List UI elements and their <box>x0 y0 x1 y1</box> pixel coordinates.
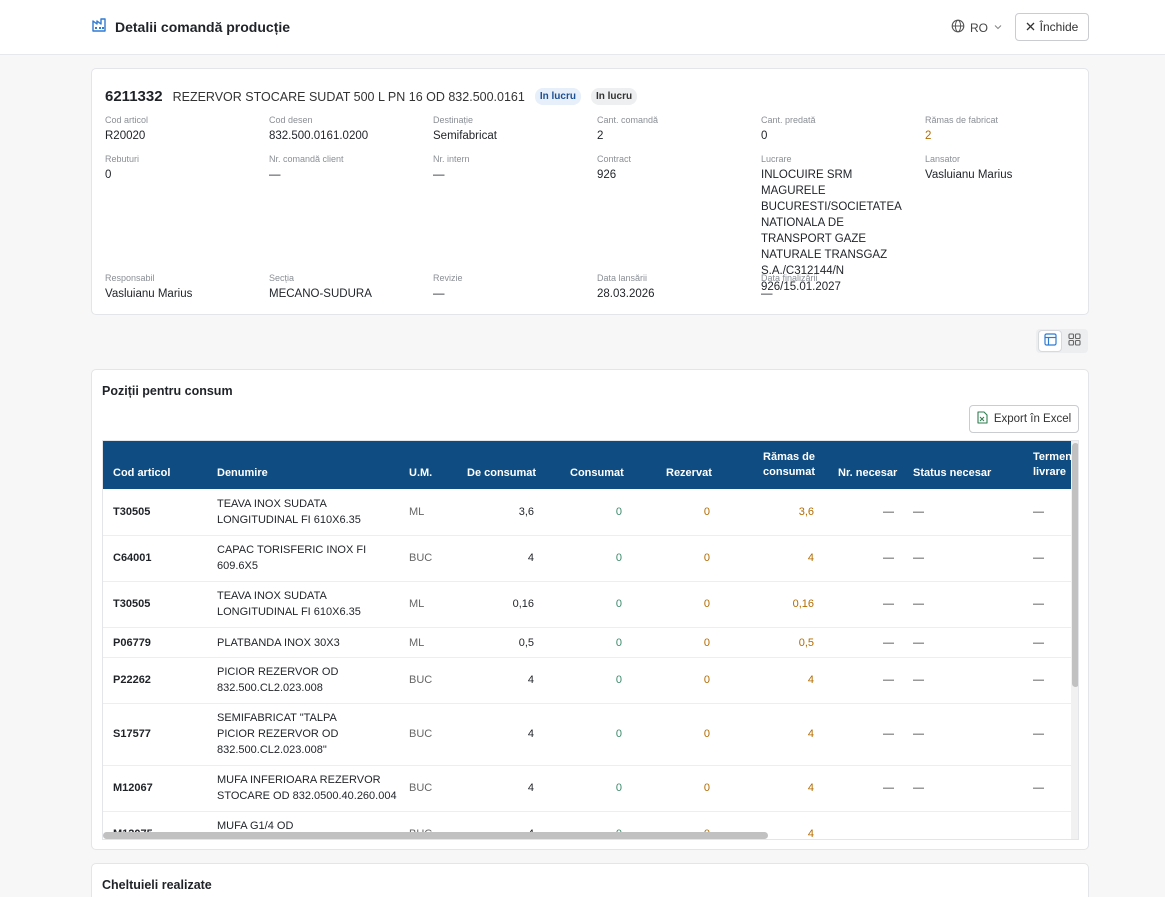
field-sectia: Secția MECANO-SUDURA <box>269 273 372 300</box>
grid-icon <box>1067 333 1081 349</box>
table-header: Cod articol Denumire U.M. De consumat Co… <box>103 441 1078 489</box>
col-status-necesar[interactable]: Status necesar <box>913 466 991 481</box>
grid-view-button[interactable] <box>1063 331 1085 351</box>
field-destinatie: Destinație Semifabricat <box>433 115 497 142</box>
table-row[interactable]: P06779 PLATBANDA INOX 30X3 ML 0,5 0 0 0,… <box>103 628 1071 658</box>
status-badge: In lucru <box>590 88 638 105</box>
language-label: RO <box>970 20 988 35</box>
table-layout-icon <box>1043 333 1057 349</box>
col-cod-articol[interactable]: Cod articol <box>113 466 170 481</box>
order-info-card: 6211332 REZERVOR STOCARE SUDAT 500 L PN … <box>91 68 1089 315</box>
consume-card: Poziții pentru consum Export în Excel Co… <box>91 369 1089 850</box>
factory-icon <box>92 18 107 35</box>
field-lansator: Lansator Vasluianu Marius <box>925 154 1013 181</box>
field-data-lansarii: Data lansării 28.03.2026 <box>597 273 655 300</box>
table-view-button[interactable] <box>1039 331 1061 351</box>
expenses-section-title: Cheltuieli realizate <box>102 878 212 892</box>
status-badge: In lucru <box>534 88 581 105</box>
col-consumat[interactable]: Consumat <box>570 466 624 481</box>
globe-icon <box>951 19 965 36</box>
field-nr-intern: Nr. intern — <box>433 154 470 181</box>
col-nr-necesar[interactable]: Nr. necesar <box>838 466 897 481</box>
page-title: Detalii comandă producție <box>115 18 291 35</box>
view-toggle <box>1036 329 1088 353</box>
field-cod-articol: Cod articol R20020 <box>105 115 149 142</box>
title-wrap: Detalii comandă producție <box>92 18 290 35</box>
close-button[interactable]: Închide <box>1015 13 1089 41</box>
export-excel-label: Export în Excel <box>993 413 1072 425</box>
expenses-card: Cheltuieli realizate <box>91 863 1089 897</box>
field-data-finalizarii: Data finalizării — <box>761 273 818 300</box>
field-cant-predata: Cant. predată 0 <box>761 115 816 142</box>
field-rebuturi: Rebuturi 0 <box>105 154 140 181</box>
col-de-consumat[interactable]: De consumat <box>467 466 536 481</box>
field-cod-desen: Cod desen 832.500.0161.0200 <box>269 115 369 142</box>
order-header: 6211332 REZERVOR STOCARE SUDAT 500 L PN … <box>105 88 638 105</box>
chevron-down-icon <box>993 21 1003 35</box>
close-button-label: Închide <box>1039 20 1079 34</box>
field-revizie: Revizie — <box>433 273 463 300</box>
field-ramas-fabricat: Rămas de fabricat 2 <box>925 115 999 142</box>
export-excel-button[interactable]: Export în Excel <box>969 405 1079 433</box>
vertical-scrollbar-thumb[interactable] <box>1072 443 1078 687</box>
table-row[interactable]: T30505 TEAVA INOX SUDATA LONGITUDINAL FI… <box>103 582 1071 628</box>
table-row[interactable]: C64001 CAPAC TORISFERIC INOX FI 609.6X5 … <box>103 536 1071 582</box>
field-nr-comanda-client: Nr. comandă client — <box>269 154 344 181</box>
table-row[interactable]: M12067 MUFA INFERIOARA REZERVOR STOCARE … <box>103 766 1071 812</box>
field-responsabil: Responsabil Vasluianu Marius <box>105 273 193 300</box>
consume-table: Cod articol Denumire U.M. De consumat Co… <box>102 440 1079 840</box>
excel-file-icon <box>977 411 988 427</box>
table-row[interactable]: T30505 TEAVA INOX SUDATA LONGITUDINAL FI… <box>103 489 1071 536</box>
col-um[interactable]: U.M. <box>409 466 432 481</box>
col-rezervat[interactable]: Rezervat <box>666 466 712 481</box>
consume-section-title: Poziții pentru consum <box>102 384 233 398</box>
table-row[interactable]: P22262 PICIOR REZERVOR OD 832.500.CL2.02… <box>103 658 1071 704</box>
col-denumire[interactable]: Denumire <box>217 466 268 481</box>
col-termen-livrare[interactable]: Termen livrare <box>1033 450 1073 480</box>
field-contract: Contract 926 <box>597 154 632 181</box>
field-cant-comanda: Cant. comandă 2 <box>597 115 659 142</box>
language-selector[interactable]: RO <box>951 19 1003 36</box>
order-description: REZERVOR STOCARE SUDAT 500 L PN 16 OD 83… <box>172 89 525 104</box>
top-bar: Detalii comandă producție RO Închide <box>0 0 1165 55</box>
horizontal-scrollbar-thumb[interactable] <box>103 832 768 839</box>
order-number: 6211332 <box>105 88 163 105</box>
close-icon <box>1026 20 1035 34</box>
table-row[interactable]: S17577 SEMIFABRICAT "TALPA PICIOR REZERV… <box>103 704 1071 766</box>
col-ramas-de-consumat[interactable]: Rămas de consumat <box>753 450 815 480</box>
